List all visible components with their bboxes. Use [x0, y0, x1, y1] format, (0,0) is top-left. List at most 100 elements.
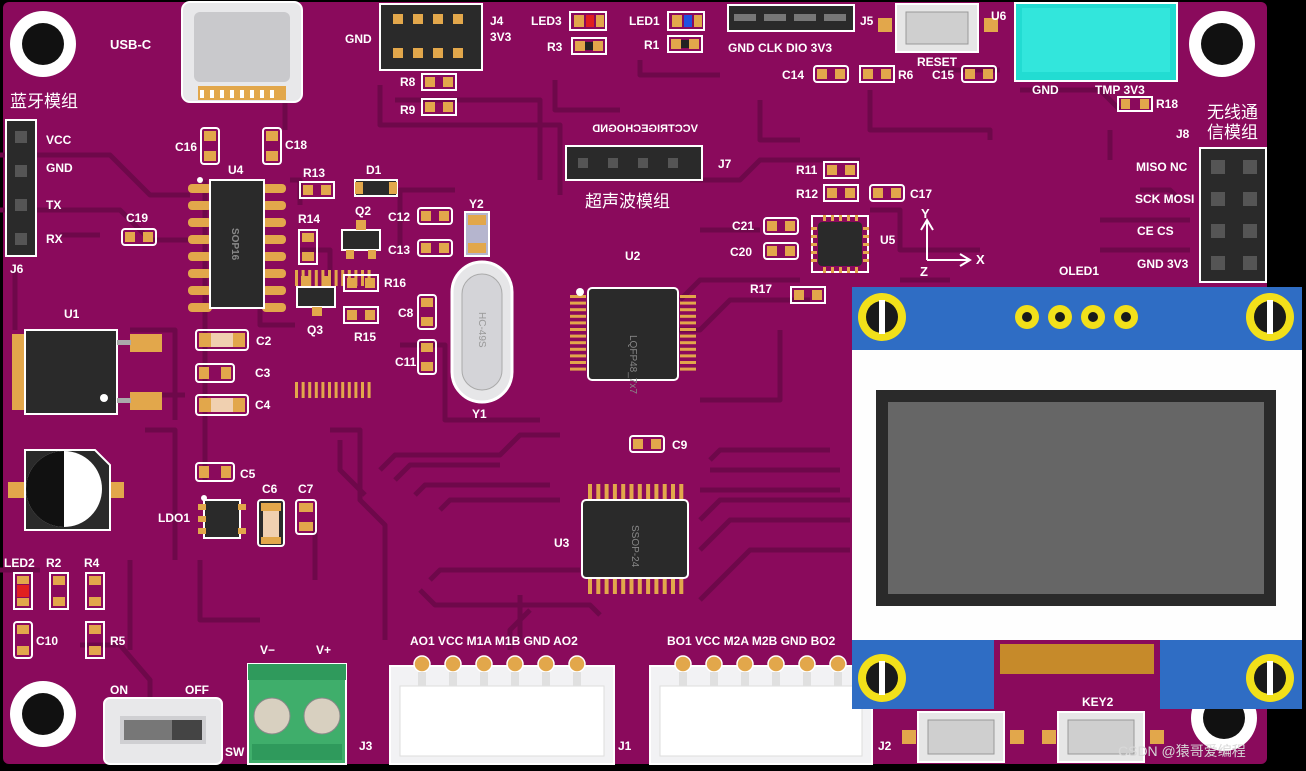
j1-pin-contact	[449, 672, 457, 686]
u3-pin	[679, 578, 684, 594]
j1-pin	[475, 655, 493, 673]
electrolytic-capacitor	[8, 449, 124, 531]
j1-pin-contact	[480, 672, 488, 686]
c19-label: C19	[126, 211, 148, 225]
j1-pin-labels: AO1 VCC M1A M1B GND AO2	[410, 634, 578, 648]
j2-label: J2	[878, 739, 892, 753]
c15-label: C15	[932, 68, 954, 82]
c13-label: C13	[388, 243, 410, 257]
power-switch[interactable]	[103, 697, 223, 765]
j3-label: J3	[359, 739, 373, 753]
u2-pin	[570, 354, 586, 358]
j7-header	[565, 145, 703, 181]
u6-label: U6	[991, 9, 1007, 23]
u2-pin	[301, 382, 305, 398]
u2-pin	[308, 382, 312, 398]
ultrasonic-label: 超声波模组	[585, 192, 670, 211]
c4	[195, 394, 249, 416]
r9-label: R9	[400, 103, 416, 117]
axis-y-label: Y	[921, 206, 930, 221]
u2-pin	[570, 308, 586, 312]
u2-pin	[328, 382, 331, 398]
r6-label: R6	[898, 68, 914, 82]
u2-pin	[570, 314, 586, 318]
bt-module-label: 蓝牙模组	[10, 92, 78, 111]
u2-pin	[680, 347, 696, 351]
u4-package: SOP16	[229, 228, 240, 261]
usb-c-connector	[181, 1, 303, 103]
j2-pin	[705, 655, 723, 673]
u3-pin	[621, 578, 626, 594]
u2-pin	[361, 382, 364, 398]
wireless-label-2: 信模组	[1207, 123, 1258, 142]
j1-connector	[389, 655, 615, 765]
j2-pin-contact	[710, 672, 718, 686]
j2-pin-contact	[834, 672, 842, 686]
led1-label: LED1	[629, 14, 660, 28]
u2-pin	[570, 321, 586, 325]
ldo1-label: LDO1	[158, 511, 190, 525]
j6-label: J6	[10, 262, 24, 276]
u2-pin	[570, 328, 586, 331]
c3-label: C3	[255, 366, 271, 380]
u3-pin	[662, 578, 667, 594]
u3-pin	[604, 578, 609, 594]
y1-label: Y1	[472, 407, 487, 421]
j1-pin	[444, 655, 462, 673]
j2-pin-contact	[741, 672, 749, 686]
r5-label: R5	[110, 634, 126, 648]
u3-pin	[629, 578, 634, 594]
u2-pin	[570, 341, 586, 345]
r8-label: R8	[400, 75, 416, 89]
oled-display-area	[888, 402, 1264, 594]
u3-pin	[604, 484, 609, 500]
u3-pin	[596, 484, 601, 500]
pcb-board-render: USB-C 蓝牙模组 VCC GND TX RX J6 GND J4 3V3 L…	[0, 0, 1306, 771]
j1-pin-contact	[511, 672, 519, 686]
r2-label: R2	[46, 556, 62, 570]
j3-terminal-block	[247, 663, 347, 765]
u2-pin	[570, 334, 586, 338]
u2-pin	[314, 270, 318, 286]
u2-pin	[680, 321, 696, 325]
j4-gnd-label: GND	[345, 32, 372, 46]
bt-pin-rx: RX	[46, 232, 63, 246]
q2-label: Q2	[355, 204, 371, 218]
c7-label: C7	[298, 482, 314, 496]
u2-pin	[570, 361, 586, 364]
u3-pin	[679, 484, 684, 500]
r1-label: R1	[644, 38, 660, 52]
y2-crystal	[464, 211, 490, 257]
mounting-hole-tl	[10, 11, 76, 77]
j1-label: J1	[618, 739, 632, 753]
c14-label: C14	[782, 68, 804, 82]
u3-pin	[612, 484, 617, 500]
j8-header	[1199, 147, 1267, 283]
j4-3v3-label: 3V3	[490, 30, 512, 44]
u2-pin	[347, 382, 351, 398]
c20-label: C20	[730, 245, 752, 259]
j5-header	[727, 4, 855, 32]
j8-pins-row1: MISO NC	[1136, 160, 1188, 174]
reset-label: RESET	[917, 55, 958, 69]
j8-label: J8	[1176, 127, 1190, 141]
u2-pin	[314, 382, 318, 398]
r17-label: R17	[750, 282, 772, 296]
c8-label: C8	[398, 306, 414, 320]
j4-label: J4	[490, 14, 504, 28]
u2-pin	[321, 382, 325, 398]
c21-label: C21	[732, 219, 754, 233]
c17-label: C17	[910, 187, 932, 201]
j1-pin	[506, 655, 524, 673]
axis-x-label: X	[976, 252, 985, 267]
j8-pins-row2: SCK MOSI	[1135, 192, 1194, 206]
c16-label: C16	[175, 140, 197, 154]
j2-pin-contact	[772, 672, 780, 686]
u2-pin	[680, 341, 696, 345]
u2-pin	[334, 270, 338, 286]
u2-package: LQFP48_7x7	[627, 335, 638, 394]
r16-label: R16	[384, 276, 406, 290]
u2-pin	[680, 361, 696, 364]
j1-pin-contact	[418, 672, 426, 686]
j1-pin-contact	[542, 672, 550, 686]
